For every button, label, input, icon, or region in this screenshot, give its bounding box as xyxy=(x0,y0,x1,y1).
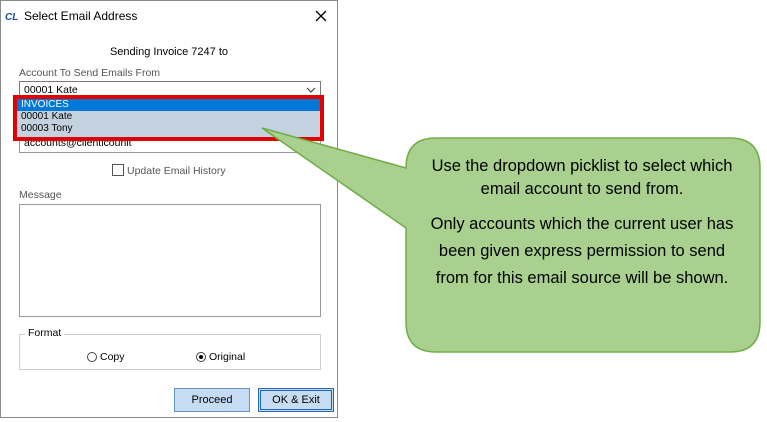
dialog-title: Select Email Address xyxy=(24,9,138,23)
title-bar: CL Select Email Address xyxy=(1,1,337,31)
format-copy-label: Copy xyxy=(100,351,125,363)
radio-selected-icon[interactable] xyxy=(196,352,206,362)
format-group xyxy=(19,334,321,370)
radio-icon[interactable] xyxy=(87,352,97,362)
svg-text:CL: CL xyxy=(5,12,18,23)
callout-text: Use the dropdown picklist to select whic… xyxy=(428,155,736,302)
callout-line-2: Only accounts which the current user has… xyxy=(430,215,734,287)
close-icon[interactable] xyxy=(311,6,331,26)
sending-invoice-text: Sending Invoice 7247 to xyxy=(109,46,229,58)
message-label: Message xyxy=(19,189,62,201)
ok-exit-button[interactable]: OK & Exit xyxy=(258,388,334,412)
app-logo-icon: CL xyxy=(5,12,18,23)
proceed-button[interactable]: Proceed xyxy=(174,388,250,412)
format-label: Format xyxy=(25,327,65,339)
format-copy-radio[interactable]: Copy xyxy=(87,351,125,363)
checkbox-box[interactable] xyxy=(112,164,124,176)
dropdown-item-invoices[interactable]: INVOICES xyxy=(17,99,320,111)
update-history-checkbox[interactable]: Update Email History xyxy=(112,164,226,177)
format-original-radio[interactable]: Original xyxy=(196,351,245,363)
callout-line-1: Use the dropdown picklist to select whic… xyxy=(431,157,733,198)
message-textarea[interactable] xyxy=(19,204,321,317)
account-label: Account To Send Emails From xyxy=(19,67,161,79)
dropdown-item-tony[interactable]: 00003 Tony xyxy=(17,123,320,135)
update-history-label: Update Email History xyxy=(127,165,226,177)
dropdown-item-kate[interactable]: 00001 Kate xyxy=(17,111,320,123)
account-dropdown-list: INVOICES 00001 Kate 00003 Tony xyxy=(17,99,320,137)
select-email-dialog: CL Select Email Address Sending Invoice … xyxy=(0,0,338,418)
format-original-label: Original xyxy=(209,351,246,363)
